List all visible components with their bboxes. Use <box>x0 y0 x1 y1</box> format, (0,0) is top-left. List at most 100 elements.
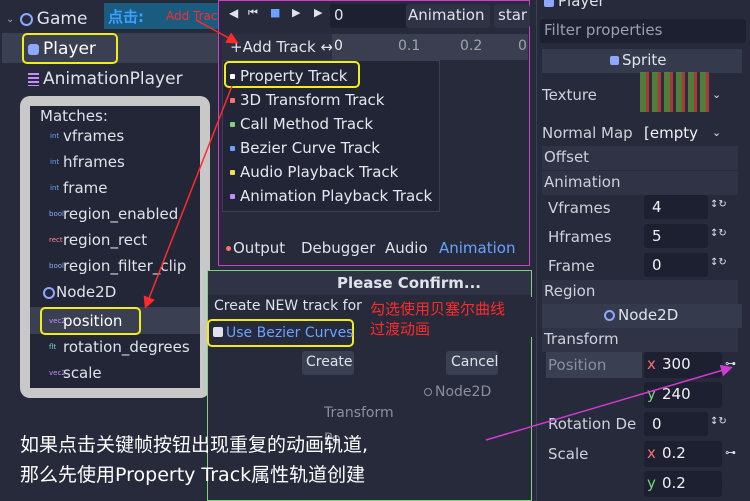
tab-animation[interactable]: Animation <box>439 239 515 257</box>
checkbox-checked-icon <box>213 327 223 337</box>
play-icon[interactable]: ▶ <box>292 6 300 19</box>
menu-item-audio-playback-track[interactable]: Audio Playback Track <box>230 163 398 181</box>
scene-node-player[interactable]: Player <box>28 39 96 59</box>
match-item-frame[interactable]: int frame <box>30 175 200 201</box>
rect-type-icon: rect <box>49 236 63 244</box>
match-item-node2d: Node2D <box>30 279 200 305</box>
skip-back-icon[interactable]: ⏮ <box>248 6 258 20</box>
cancel-button-label: Cancel <box>451 354 499 370</box>
use-bezier-label: Use Bezier Curves <box>226 325 354 341</box>
sprite-icon <box>610 56 619 65</box>
start-selector[interactable]: star <box>494 4 530 28</box>
position-keyframe-icon[interactable]: ⊶ <box>725 357 736 370</box>
scale-keyframe-icon[interactable]: ⊶ <box>725 446 736 459</box>
offset-section[interactable]: Offset <box>542 146 738 170</box>
menu-item-label: Audio Playback Track <box>240 163 399 181</box>
transform-track-icon <box>230 98 235 103</box>
match-item-region-enabled[interactable]: bool region_enabled <box>30 201 200 227</box>
tab-audio[interactable]: Audio <box>385 239 428 257</box>
tab-output[interactable]: Output <box>226 239 285 257</box>
vframes-field[interactable]: 4 <box>644 195 708 219</box>
ruler-tick-2: 0.2 <box>460 38 483 54</box>
rotation-field[interactable]: 0 <box>644 412 708 436</box>
normal-map-value[interactable]: [empty <box>644 124 698 142</box>
sprite-section-text: Sprite <box>622 51 667 69</box>
use-bezier-checkbox[interactable]: Use Bezier Curves <box>213 325 353 341</box>
add-track-button[interactable]: +Add Track ↔ <box>230 38 333 56</box>
menu-item-call-method-track[interactable]: Call Method Track <box>230 115 373 133</box>
node2d-section-label: Node2D <box>604 306 678 324</box>
animation-section[interactable]: Animation <box>542 171 738 195</box>
rotation-label: Rotation De <box>548 415 637 433</box>
match-item-region-filter-clip[interactable]: bool region_filter_clip <box>30 253 200 279</box>
match-label: vframes <box>63 127 125 145</box>
animation-tab-label: Animation <box>408 6 485 24</box>
match-label: Node2D <box>56 283 117 301</box>
position-x-axis: x <box>647 355 656 373</box>
sprite-icon <box>544 0 554 7</box>
texture-dropdown-icon[interactable]: ⌄ <box>712 88 721 101</box>
texture-preview[interactable] <box>640 72 710 112</box>
hframes-stepper-icon[interactable]: ↕↻ <box>710 228 727 239</box>
add-track-label: Add Track <box>242 38 316 56</box>
match-item-region-rect[interactable]: rect region_rect <box>30 227 200 253</box>
rotation-stepper-icon[interactable]: ↕↻ <box>710 416 727 427</box>
int-type-icon: int <box>50 158 60 166</box>
match-label: frame <box>63 179 108 197</box>
filter-properties-input[interactable]: Filter properties <box>540 19 746 43</box>
match-item-scale[interactable]: vec2 scale <box>30 360 200 386</box>
menu-item-label: Call Method Track <box>240 115 374 133</box>
scale-x-value: 0.2 <box>662 444 686 462</box>
create-button-label: Create <box>306 354 353 370</box>
position-x-field[interactable]: x 300 <box>644 352 722 378</box>
cancel-button[interactable]: Cancel <box>446 351 498 375</box>
confirm-dialog-message: Create NEW track for p <box>214 298 376 314</box>
normal-map-dropdown-icon[interactable]: ⌄ <box>712 126 721 139</box>
menu-item-property-track[interactable]: Property Track <box>230 67 348 85</box>
match-item-vframes[interactable]: int vframes <box>30 123 200 149</box>
scene-node-animationplayer[interactable]: AnimationPlayer <box>28 69 183 89</box>
match-item-hframes[interactable]: int hframes <box>30 149 200 175</box>
animation-player-icon <box>28 72 39 86</box>
filter-properties-placeholder: Filter properties <box>544 21 663 39</box>
click-hint-label: 点击: <box>108 8 144 26</box>
transform-section[interactable]: Transform <box>542 328 738 352</box>
sprite-section-label: Sprite <box>610 51 667 69</box>
menu-item-3d-transform-track[interactable]: 3D Transform Track <box>230 91 385 109</box>
ruler-tick-3: 0 <box>518 38 527 54</box>
tab-debugger[interactable]: Debugger <box>301 239 375 257</box>
match-item-rotation-degrees[interactable]: flt rotation_degrees <box>30 334 200 360</box>
bezier-track-icon <box>230 146 235 151</box>
animation-selector[interactable]: Animation <box>406 4 490 28</box>
frame-stepper-icon[interactable]: ↕↻ <box>710 257 727 268</box>
hframes-value: 5 <box>652 227 662 245</box>
node2d-icon <box>43 287 55 299</box>
menu-item-animation-playback-track[interactable]: Animation Playback Track <box>230 187 432 205</box>
region-label: Region <box>544 282 596 300</box>
stop-icon[interactable]: ■ <box>270 6 280 19</box>
node2d-section[interactable]: Node2D <box>542 304 742 328</box>
play-from-icon[interactable]: ▶ <box>314 6 322 19</box>
vframes-stepper-icon[interactable]: ↕↻ <box>710 199 727 210</box>
scene-node-game[interactable]: ⌄ Game <box>6 9 87 29</box>
position-y-axis: y <box>647 385 656 403</box>
position-x-value: 300 <box>662 355 691 373</box>
create-button[interactable]: Create <box>302 351 354 375</box>
menu-item-bezier-curve-track[interactable]: Bezier Curve Track <box>230 139 380 157</box>
scale-y-field[interactable]: y 0.2 <box>644 471 722 497</box>
vframes-value: 4 <box>652 198 662 216</box>
region-section[interactable]: Region <box>542 280 738 304</box>
float-type-icon: flt <box>49 343 57 351</box>
add-track-arrow-icon: ↔ <box>315 38 333 56</box>
property-track-icon <box>230 74 235 79</box>
hframes-field[interactable]: 5 <box>644 224 708 248</box>
scale-x-field[interactable]: x 0.2 <box>644 441 722 467</box>
tab-output-label: Output <box>233 239 286 257</box>
position-y-field[interactable]: y 240 <box>644 382 722 408</box>
sprite-section[interactable]: Sprite <box>542 49 742 73</box>
anim-toolbar: ◀ ⏮ ■ ▶ ▶ 0 Animation star <box>226 4 530 28</box>
frame-field[interactable]: 0 <box>644 253 708 277</box>
play-backwards-icon[interactable]: ◀ <box>229 6 238 20</box>
output-warning-icon <box>226 246 231 251</box>
animation-label: Animation <box>544 173 621 191</box>
